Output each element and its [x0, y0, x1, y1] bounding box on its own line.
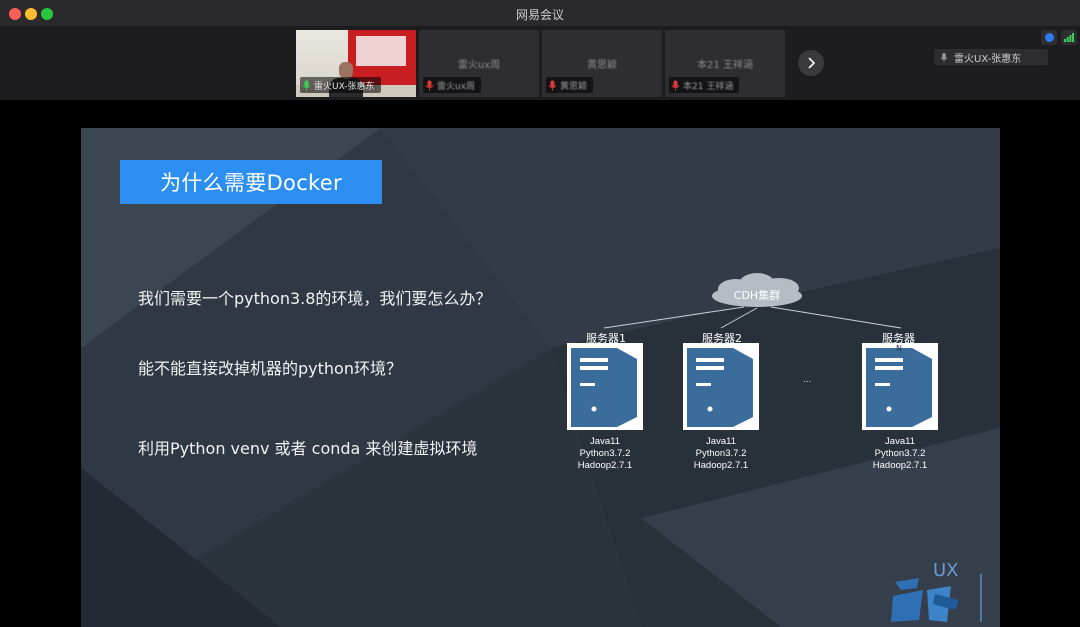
mic-muted-icon — [548, 80, 557, 90]
leihuo-ux-logo: UX — [891, 560, 982, 622]
chevron-right-icon — [808, 57, 816, 69]
server-label: 服务器1 — [586, 332, 626, 345]
participant-tile-1[interactable]: 雷火UX-张惠东 — [296, 30, 416, 97]
participant-name: 本21 王祥涵 — [697, 60, 753, 71]
server-specs: Java11 Python3.7.2 Hadoop2.7.1 — [577, 436, 633, 471]
info-icon — [1044, 33, 1054, 42]
server-icon — [683, 343, 759, 430]
server-index: N — [896, 344, 902, 353]
connector-line — [770, 306, 902, 329]
participant-tile-3[interactable]: 黄思颖 黄思颖 — [542, 30, 662, 97]
participant-name: 雷火UX-张惠东 — [314, 81, 375, 92]
server-icon — [862, 343, 938, 430]
meeting-info-button[interactable] — [1041, 30, 1057, 45]
server-label: 服务器2 — [702, 332, 742, 345]
participant-name: 雷火ux周 — [457, 60, 501, 71]
ellipsis: ... — [803, 374, 812, 385]
participant-label-text: 黄思颖 — [560, 81, 588, 92]
participant-label-text: 雷火ux周 — [437, 81, 476, 92]
mic-muted-icon — [671, 80, 680, 90]
connector-line — [720, 307, 758, 329]
mic-muted-icon — [425, 80, 434, 90]
server-icon — [567, 343, 643, 430]
connector-line — [603, 306, 745, 329]
participant-label: 黄思颖 — [546, 77, 594, 93]
shared-slide: 为什么需要Docker 我们需要一个python3.8的环境，我们要怎么办？ 能… — [81, 128, 1000, 627]
participant-label: 雷火ux周 — [423, 77, 482, 93]
svg-text:UX: UX — [933, 560, 959, 581]
participant-label-text: 本21 王祥涵 — [683, 81, 734, 92]
cluster-label: CDH集群 — [733, 289, 781, 302]
server-specs: Java11 Python3.7.2 Hadoop2.7.1 — [872, 436, 928, 471]
mic-on-icon — [302, 80, 311, 90]
participant-tile-4[interactable]: 本21 王祥涵 本21 王祥涵 — [665, 30, 785, 97]
active-speaker-name: 雷火UX-张惠东 — [954, 53, 1022, 65]
participant-label: 本21 王祥涵 — [669, 77, 740, 93]
active-speaker-indicator: 雷火UX-张惠东 — [934, 49, 1048, 65]
app-title: 网易会议 — [515, 8, 564, 22]
window-titlebar: 网易会议 — [0, 0, 1080, 27]
participant-tile-2[interactable]: 雷火ux周 雷火ux周 — [419, 30, 539, 97]
participant-name: 黄思颖 — [587, 60, 617, 71]
next-page-button[interactable] — [798, 50, 824, 76]
participant-strip: 雷火UX-张惠东 雷火ux周 雷火ux周 黄思颖 黄思颖 本21 王祥涵 本21… — [0, 27, 1080, 100]
network-status[interactable] — [1061, 30, 1077, 45]
server-specs: Java11 Python3.7.2 Hadoop2.7.1 — [693, 436, 749, 471]
mic-icon — [940, 52, 948, 62]
participant-label: 雷火UX-张惠东 — [300, 77, 381, 93]
cluster-diagram — [567, 273, 938, 430]
signal-icon — [1064, 33, 1074, 42]
